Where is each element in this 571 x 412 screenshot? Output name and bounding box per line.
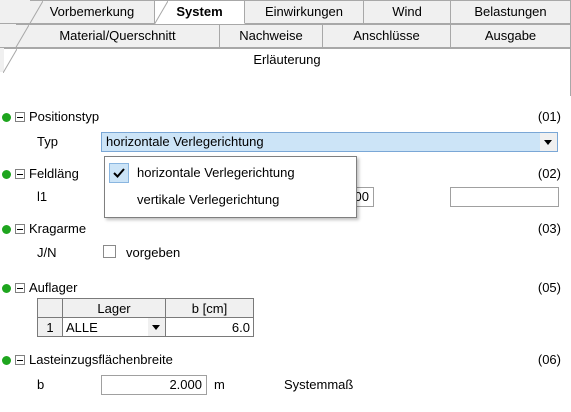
cell-dropdown-button[interactable] <box>148 318 165 336</box>
tab-nachweise[interactable]: Nachweise <box>220 24 323 48</box>
tab-slant <box>3 49 17 73</box>
column-header: b [cm] <box>165 298 254 318</box>
table-row: 1 ALLE 6.0 <box>37 317 254 337</box>
status-dot <box>2 225 11 234</box>
checkmark-icon <box>113 168 125 178</box>
field-label-l1: l1 <box>37 189 48 204</box>
chevron-down-icon <box>152 325 160 330</box>
tab-row-2: Material/Querschnitt Nachweise Anschlüss… <box>0 24 571 49</box>
tab-label: Belastungen <box>474 4 547 19</box>
tab-label: Erläuterung <box>253 52 321 67</box>
field-label-typ: Typ <box>37 134 58 149</box>
lager-cell[interactable]: ALLE <box>62 317 166 337</box>
collapse-icon[interactable] <box>15 169 25 179</box>
typ-combobox[interactable]: horizontale Verlegerichtung <box>101 132 558 152</box>
tab-slant <box>15 25 29 49</box>
tab-belastungen[interactable]: Belastungen <box>451 0 571 24</box>
tab-label: Material/Querschnitt <box>59 28 176 43</box>
section-title-kragarme: Kragarme <box>29 221 87 236</box>
typ-dropdown-list: horizontale Verlegerichtung vertikale Ve… <box>104 156 357 218</box>
l1-extra-input[interactable] <box>450 187 559 207</box>
collapse-icon[interactable] <box>15 283 25 293</box>
section-title-auflager: Auflager <box>29 280 78 295</box>
tab-label: Anschlüsse <box>353 28 420 43</box>
note-label: Systemmaß <box>284 377 354 392</box>
tab-ausgabe[interactable]: Ausgabe <box>451 24 571 48</box>
tab-label: Nachweise <box>239 28 303 43</box>
tab-row-3: Erläuterung <box>0 48 571 96</box>
section-code: (06) <box>537 352 561 367</box>
tab-anschluesse[interactable]: Anschlüsse <box>323 24 451 48</box>
status-dot <box>2 170 11 179</box>
tab-wind[interactable]: Wind <box>364 0 451 24</box>
tab-label: System <box>176 4 223 19</box>
unit-label: m <box>214 377 225 392</box>
dropdown-option-horizontal[interactable]: horizontale Verlegerichtung <box>105 160 354 186</box>
column-header: Lager <box>62 298 166 318</box>
tab-label: Vorbemerkung <box>49 4 135 19</box>
b-input[interactable]: 2.000 <box>101 375 207 395</box>
section-code: (01) <box>537 109 561 124</box>
status-dot <box>2 284 11 293</box>
dropdown-option-vertikal[interactable]: vertikale Verlegerichtung <box>105 187 354 213</box>
status-dot <box>2 113 11 122</box>
option-label: horizontale Verlegerichtung <box>137 165 295 180</box>
field-label-jn: J/N <box>37 245 57 260</box>
tab-system[interactable]: System <box>154 0 245 25</box>
table-header: Lager b [cm] <box>37 298 254 318</box>
vorgeben-checkbox[interactable] <box>103 245 116 258</box>
section-title-feldlaenge: Feldläng <box>29 166 79 181</box>
section-code: (05) <box>537 280 561 295</box>
tab-vorbemerkung[interactable]: Vorbemerkung <box>29 0 155 25</box>
section-title-positionstyp: Positionstyp <box>29 109 100 124</box>
row-header-corner <box>37 298 63 318</box>
chevron-down-icon <box>544 140 552 145</box>
tab-row-1: Vorbemerkung System Einwirkungen Wind Be… <box>0 0 571 25</box>
section-title-lasteinzug: Lasteinzugsflächenbreite <box>29 352 173 367</box>
field-label-b: b <box>37 377 45 392</box>
collapse-icon[interactable] <box>15 355 25 365</box>
tab-einwirkungen[interactable]: Einwirkungen <box>245 0 364 24</box>
row-index: 1 <box>37 317 63 337</box>
tab-material-querschnitt[interactable]: Material/Querschnitt <box>15 24 220 49</box>
option-label: vertikale Verlegerichtung <box>137 192 280 207</box>
combobox-value: horizontale Verlegerichtung <box>106 134 264 149</box>
checkbox-label: vorgeben <box>126 245 181 260</box>
tab-label: Ausgabe <box>484 28 537 43</box>
section-code: (03) <box>537 221 561 236</box>
section-code: (02) <box>537 166 561 181</box>
status-dot <box>2 356 11 365</box>
cell-value: ALLE <box>66 319 98 335</box>
checkmark-box <box>109 163 129 183</box>
collapse-icon[interactable] <box>15 224 25 234</box>
tab-slant <box>29 1 43 25</box>
tab-erlaeuterung[interactable]: Erläuterung <box>3 48 571 96</box>
tab-label: Wind <box>392 4 422 19</box>
b-cell[interactable]: 6.0 <box>165 317 254 337</box>
tab-label: Einwirkungen <box>264 4 344 19</box>
collapse-icon[interactable] <box>15 112 25 122</box>
combobox-button[interactable] <box>540 133 557 151</box>
input-value: 2.000 <box>169 377 202 392</box>
auflager-table: Lager b [cm] 1 ALLE 6.0 <box>37 298 254 337</box>
tab-slant <box>154 1 168 25</box>
